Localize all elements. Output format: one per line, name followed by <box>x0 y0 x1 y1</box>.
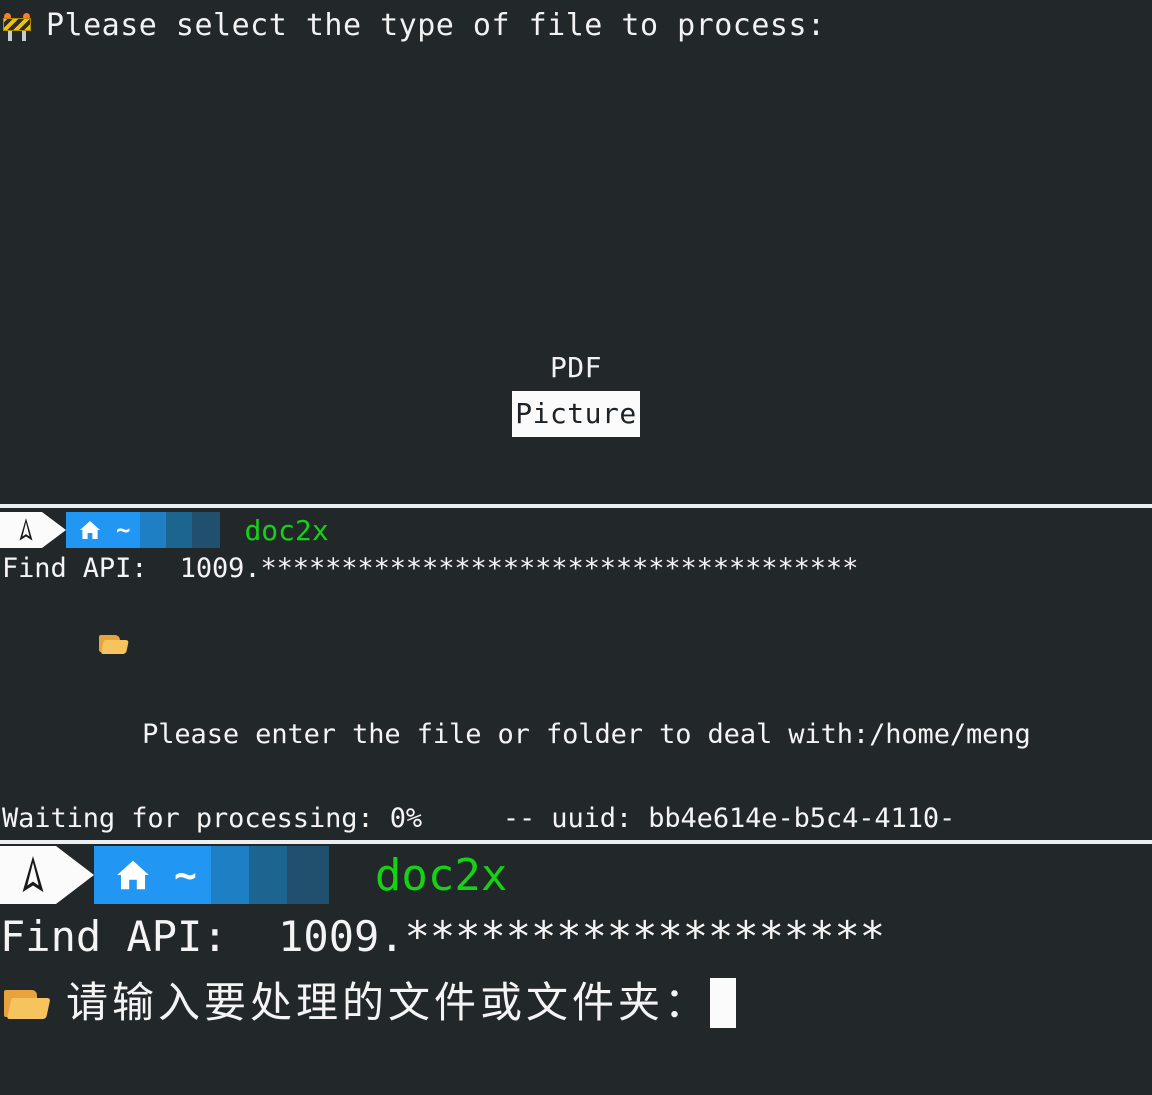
file-type-option-pdf-row: PDF <box>0 345 1152 391</box>
file-type-option-pdf[interactable]: PDF <box>547 345 605 391</box>
prompt-fade-segment-1 <box>140 512 167 548</box>
zh-terminal-prompt-bar: ~ doc2x <box>0 846 1152 904</box>
construction-icon <box>2 11 32 41</box>
distro-segment <box>0 512 42 548</box>
zh-input-prompt-text: 请输入要处理的文件或文件夹： <box>66 978 711 1027</box>
path-segment: ~ <box>66 512 141 548</box>
command-segment: doc2x <box>220 512 328 548</box>
home-icon <box>80 521 100 539</box>
selector-prompt-line: Please select the type of file to proces… <box>0 4 826 48</box>
command-segment: doc2x <box>329 846 507 904</box>
panel-divider-bottom <box>0 840 1152 844</box>
command-name: doc2x <box>244 513 329 547</box>
path-label: ~ <box>116 516 131 544</box>
distro-segment-arrow <box>42 512 66 548</box>
arch-logo-icon <box>19 518 33 541</box>
enter-path-line: Please enter the file or folder to deal … <box>2 590 1152 798</box>
selector-prompt-text: Please select the type of file to proces… <box>46 8 826 43</box>
file-type-option-list: PDF Picture <box>0 345 1152 437</box>
panel-divider-top <box>0 504 1152 508</box>
log-terminal-prompt-bar: ~ doc2x <box>0 512 1152 548</box>
enter-path-text: Please enter the file or folder to deal … <box>125 719 1031 750</box>
waiting-line-1: Waiting for processing: 0% -- uuid: bb4e… <box>2 803 956 834</box>
zh-find-api-line: Find API: 1009.******************* <box>0 912 886 961</box>
distro-segment <box>0 846 56 904</box>
find-api-line: Find API: 1009.*************************… <box>2 553 859 584</box>
file-type-selector-panel: Please select the type of file to proces… <box>0 0 1152 508</box>
arch-logo-icon <box>22 856 44 893</box>
path-segment: ~ <box>94 846 211 904</box>
prompt-fade-segment-2 <box>248 846 287 904</box>
open-folder-icon <box>4 986 51 1020</box>
distro-segment-arrow <box>56 846 94 904</box>
file-type-option-picture[interactable]: Picture <box>512 391 640 437</box>
open-folder-icon <box>98 632 129 654</box>
log-output-body: Find API: 1009.*************************… <box>0 548 1152 842</box>
path-label: ~ <box>174 853 197 897</box>
home-icon <box>117 860 149 890</box>
prompt-fade-segment-3 <box>192 512 221 548</box>
command-name: doc2x <box>374 849 508 901</box>
text-cursor[interactable] <box>710 978 737 1028</box>
prompt-fade-segment-3 <box>286 846 329 904</box>
log-terminal-panel: ~ doc2x Find API: 1009.*****************… <box>0 512 1152 842</box>
zh-terminal-panel: ~ doc2x Find API: 1009.*****************… <box>0 846 1152 1095</box>
zh-input-prompt-row[interactable]: 请输入要处理的文件或文件夹： <box>0 970 1152 1036</box>
prompt-fade-segment-1 <box>210 846 249 904</box>
prompt-fade-segment-2 <box>166 512 193 548</box>
file-type-option-picture-row: Picture <box>0 391 1152 437</box>
